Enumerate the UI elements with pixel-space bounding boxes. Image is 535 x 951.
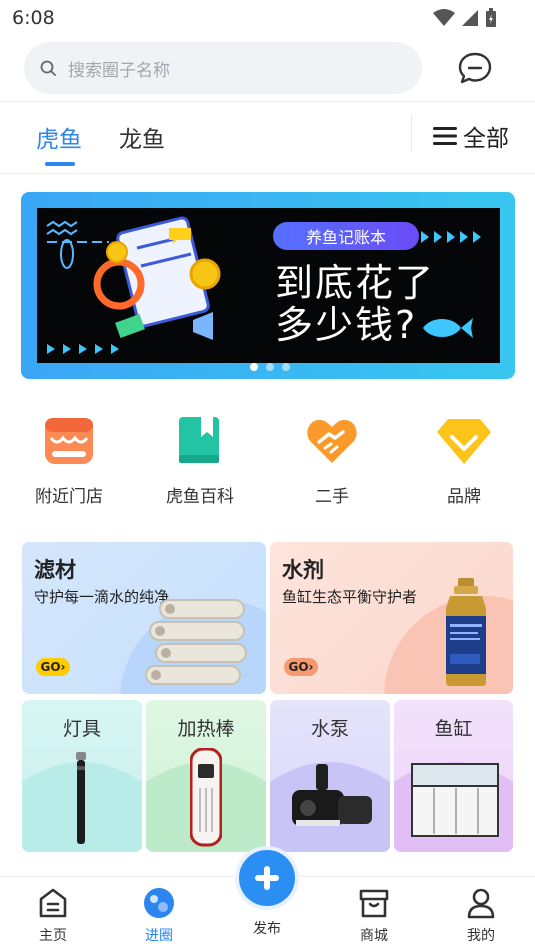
- nav-me[interactable]: 我的: [446, 885, 516, 945]
- banner-illustration: [46, 216, 221, 354]
- search-input[interactable]: 搜索圈子名称: [24, 42, 422, 94]
- aquarium-light-image: [76, 752, 86, 844]
- menu-icon: [433, 127, 457, 145]
- category-card-heaters[interactable]: 加热棒: [146, 700, 266, 852]
- battery-icon: [486, 8, 496, 27]
- diamond-icon: [436, 413, 492, 469]
- search-placeholder: 搜索圈子名称: [68, 60, 170, 81]
- all-categories-button[interactable]: 全部: [433, 119, 509, 153]
- banner-pill: 养鱼记账本: [273, 222, 419, 250]
- quick-entry-brands[interactable]: 品牌: [409, 413, 519, 507]
- category-card-water-chemicals[interactable]: 水剂 鱼缸生态平衡守护者 GO ›: [270, 542, 513, 694]
- handshake-icon: [304, 413, 360, 469]
- card-title: 滤材: [34, 558, 76, 582]
- nav-circle[interactable]: 进圈: [124, 885, 194, 945]
- quick-entry-label: 虎鱼百科: [166, 487, 234, 507]
- card-title: 灯具: [62, 718, 101, 740]
- tab-active-indicator: [45, 162, 75, 166]
- home-icon: [39, 888, 67, 918]
- card-title: 水泵: [310, 718, 349, 740]
- water-chemical-bottle-image: [446, 578, 486, 686]
- card-title: 加热棒: [177, 718, 235, 740]
- publish-button[interactable]: [235, 846, 299, 910]
- user-icon: [467, 888, 495, 919]
- status-bar: 6:08: [0, 0, 535, 36]
- chat-bubble-icon: [458, 52, 492, 84]
- go-button[interactable]: GO ›: [284, 658, 318, 676]
- wifi-icon: [433, 9, 455, 26]
- arrows-decor-icon: [421, 231, 481, 243]
- tab-dragon-fish[interactable]: 龙鱼: [119, 120, 165, 154]
- nav-publish[interactable]: 发布: [229, 846, 305, 938]
- store-icon: [41, 413, 97, 469]
- nav-home[interactable]: 主页: [18, 885, 88, 945]
- status-time: 6:08: [12, 7, 55, 29]
- status-icons: [433, 8, 497, 28]
- quick-entry-encyclopedia[interactable]: 虎鱼百科: [145, 413, 255, 507]
- quick-entry-label: 二手: [315, 487, 349, 507]
- divider: [0, 173, 535, 174]
- banner-pagination: [250, 363, 290, 371]
- quick-entry-nearby-stores[interactable]: 附近门店: [14, 413, 124, 507]
- circle-bubble-icon: [144, 888, 174, 918]
- plus-icon: [255, 866, 279, 890]
- fish-icon: [423, 318, 473, 338]
- quick-entry-second-hand[interactable]: 二手: [277, 413, 387, 507]
- heater-rod-image: [190, 748, 222, 847]
- card-subtitle: 鱼缸生态平衡守护者: [282, 588, 418, 606]
- banner-headline: 到底花了: [275, 261, 436, 305]
- tab-separator: [411, 116, 412, 152]
- category-card-water-pumps[interactable]: 水泵: [270, 700, 390, 852]
- pagination-dot: [250, 363, 258, 371]
- search-icon: [40, 60, 56, 76]
- category-card-filter-media[interactable]: 滤材 守护每一滴水的纯净 GO ›: [22, 542, 266, 694]
- quick-entry-label: 品牌: [447, 487, 481, 507]
- shop-box-icon: [359, 889, 389, 918]
- message-button[interactable]: [456, 50, 494, 86]
- promo-banner[interactable]: 养鱼记账本 到底花了 多少钱?: [21, 192, 515, 379]
- tab-tiger-fish[interactable]: 虎鱼: [36, 120, 82, 154]
- water-pump-image: [292, 764, 372, 826]
- category-card-lights[interactable]: 灯具: [22, 700, 142, 852]
- pagination-dot: [266, 363, 274, 371]
- banner-headline: 多少钱?: [275, 303, 418, 347]
- banner-image: 养鱼记账本 到底花了 多少钱?: [37, 208, 500, 363]
- quick-entry-label: 附近门店: [35, 487, 103, 507]
- nav-mall[interactable]: 商城: [339, 885, 409, 945]
- book-icon: [172, 413, 228, 469]
- card-title: 鱼缸: [434, 718, 473, 740]
- go-button[interactable]: GO ›: [36, 658, 70, 676]
- fish-tank-cabinet-image: [411, 763, 499, 837]
- category-card-fish-tanks[interactable]: 鱼缸: [394, 700, 513, 852]
- divider: [0, 101, 535, 102]
- pagination-dot: [282, 363, 290, 371]
- signal-icon: [462, 10, 478, 26]
- all-label: 全部: [463, 126, 509, 152]
- filter-media-image: [145, 599, 247, 685]
- card-title: 水剂: [282, 558, 324, 582]
